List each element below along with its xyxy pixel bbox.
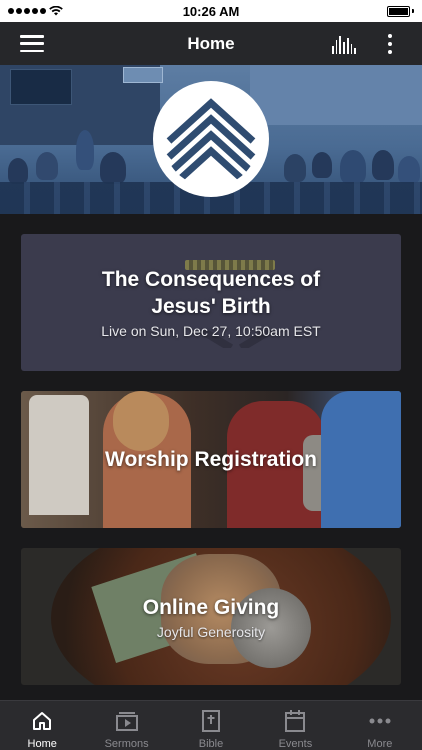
tab-label: Events xyxy=(278,738,313,750)
menu-icon[interactable] xyxy=(20,35,44,52)
signal-strength-icon xyxy=(8,6,63,16)
wifi-icon xyxy=(49,6,63,16)
home-icon xyxy=(31,710,53,732)
tab-sermons[interactable]: Sermons xyxy=(84,701,168,750)
status-bar: 10:26 AM xyxy=(0,0,422,22)
tab-label: Bible xyxy=(198,738,224,750)
card-title: Online Giving xyxy=(142,595,280,619)
tab-bar: Home Sermons Bible Events More xyxy=(0,700,422,750)
card-subtitle: Live on Sun, Dec 27, 10:50am EST xyxy=(101,323,321,339)
video-icon xyxy=(115,710,138,732)
tab-more[interactable]: More xyxy=(338,701,422,750)
tab-label: More xyxy=(367,738,393,750)
online-giving-card[interactable]: Online Giving Joyful Generosity xyxy=(21,548,401,685)
worship-registration-card[interactable]: Worship Registration xyxy=(21,391,401,528)
card-title: The Consequences of Jesus' Birth xyxy=(101,268,321,318)
bible-icon xyxy=(200,710,222,732)
sermon-live-card[interactable]: The Consequences of Jesus' Birth Live on… xyxy=(21,234,401,371)
calendar-icon xyxy=(284,710,306,732)
tab-label: Home xyxy=(27,738,57,750)
app-screen: 10:26 AM Home The Consequences of Jesus'… xyxy=(0,0,422,750)
status-time: 10:26 AM xyxy=(182,3,240,19)
chevron-stack-logo-icon xyxy=(166,98,256,187)
church-logo xyxy=(153,81,269,197)
more-options-icon[interactable] xyxy=(380,32,400,56)
battery-icon xyxy=(387,5,414,17)
tab-label: Sermons xyxy=(104,738,149,750)
audio-bars-icon[interactable] xyxy=(332,34,357,54)
hero-banner xyxy=(0,65,422,214)
tab-home[interactable]: Home xyxy=(0,701,84,750)
nav-bar: Home xyxy=(0,22,422,65)
more-icon xyxy=(369,710,391,732)
tab-events[interactable]: Events xyxy=(253,701,337,750)
card-subtitle: Joyful Generosity xyxy=(156,623,266,640)
tab-bible[interactable]: Bible xyxy=(169,701,253,750)
card-title: Worship Registration xyxy=(105,448,317,471)
page-title: Home xyxy=(187,33,235,53)
